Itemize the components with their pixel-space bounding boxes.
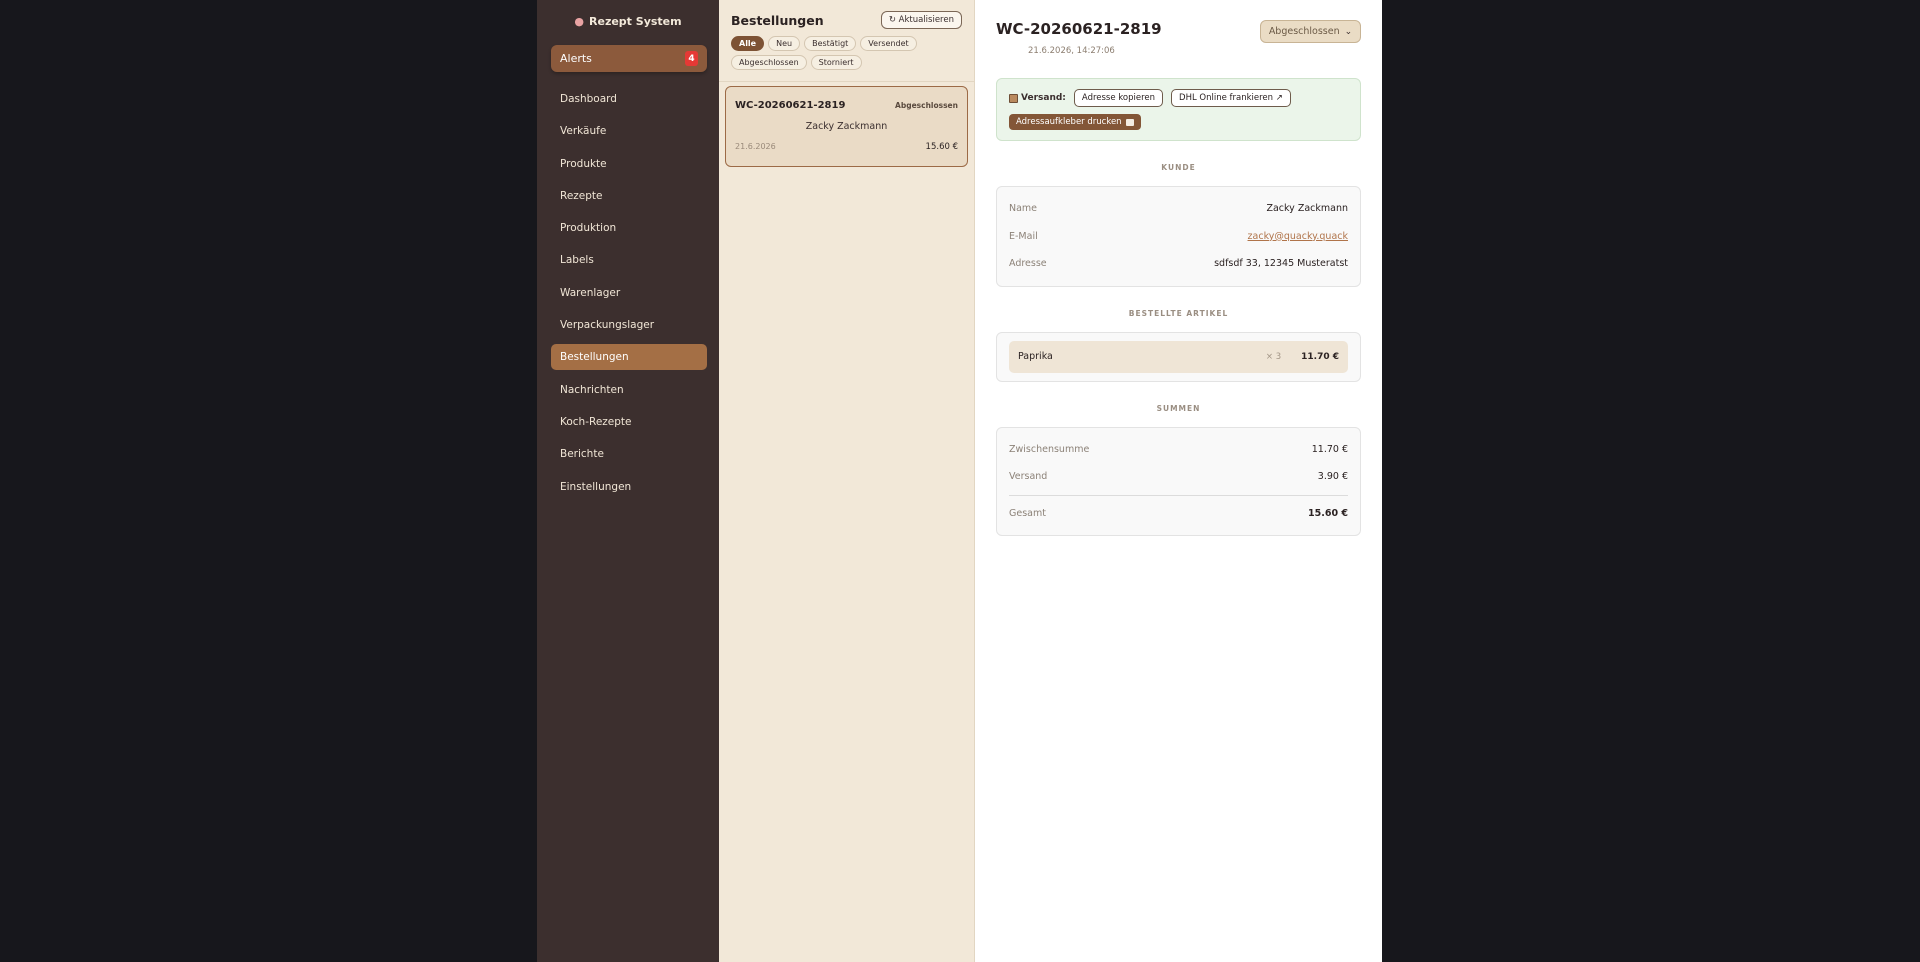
sidebar-item-label: Warenlager [560,286,621,299]
app-window: ● Rezept System Alerts 4 Dashboard Verkä… [537,0,1382,962]
sidebar-item-label: Verkäufe [560,125,607,138]
sidebar-item-label: Verpackungslager [560,319,655,332]
status-select-value: Abgeschlossen [1268,26,1340,37]
total-row: Gesamt 15.60 € [1009,500,1348,528]
printer-icon [1125,118,1134,126]
filter-chip-bestaetigt[interactable]: Bestätigt [804,36,857,51]
sidebar-item-label: Bestellungen [560,351,629,364]
sidebar-nav: Dashboard Verkäufe Produkte Rezepte Prod… [537,86,719,500]
orders-title: Bestellungen [731,12,824,28]
sidebar-item-einstellungen[interactable]: Einstellungen [551,474,707,500]
customer-name-row: Name Zacky Zackmann [1009,195,1348,223]
sidebar-item-nachrichten[interactable]: Nachrichten [551,377,707,403]
order-list-item[interactable]: WC-20260621-2819 Abgeschlossen Zacky Zac… [725,86,968,167]
brain-icon: ● [574,14,585,28]
sidebar-item-label: Einstellungen [560,480,632,493]
sidebar-item-label: Labels [560,254,594,267]
customer-address-label: Adresse [1009,258,1047,270]
items-card: Paprika × 3 11.70 € [996,331,1361,382]
shipping-cost-value: 3.90 € [1317,471,1348,483]
alerts-button[interactable]: Alerts 4 [551,45,707,72]
print-label-button[interactable]: Adressaufkleber drucken [1009,114,1141,130]
shipping-box: Versand: Adresse kopieren DHL Online fra… [996,78,1361,141]
divider [1009,494,1348,496]
sidebar-item-bestellungen[interactable]: Bestellungen [551,344,707,371]
items-heading: BESTELLTE ARTIKEL [1128,308,1229,318]
brand-title: Rezept System [589,14,682,28]
shipping-label-text: Versand: [1021,93,1066,103]
item-quantity: × 3 [1265,351,1282,362]
order-id: WC-20260621-2819 [735,100,846,111]
sums-heading: SUMMEN [1156,403,1201,413]
order-datetime: 21.6.2026, 14:27:06 [1028,46,1115,56]
sidebar-item-verpackungslager[interactable]: Verpackungslager [551,312,707,338]
customer-card: Name Zacky Zackmann E-Mail zacky@quacky.… [996,186,1361,287]
filter-chip-versendet[interactable]: Versendet [860,36,917,51]
subtotal-label: Zwischensumme [1009,443,1090,455]
customer-email-link[interactable]: zacky@quacky.quack [1248,231,1348,242]
sidebar-item-dashboard[interactable]: Dashboard [551,86,707,112]
sidebar-item-label: Koch-Rezepte [560,415,632,428]
sidebar-item-produktion[interactable]: Produktion [551,215,707,241]
shipping-label: Versand: [1009,93,1066,103]
order-detail-title: WC-20260621-2819 [996,20,1162,38]
filter-chip-neu[interactable]: Neu [768,36,801,51]
shipping-cost-row: Versand 3.90 € [1009,463,1348,491]
sums-card: Zwischensumme 11.70 € Versand 3.90 € Ges… [996,426,1361,536]
brand: ● Rezept System [537,0,719,42]
sidebar-item-label: Produkte [560,157,607,170]
sidebar-item-verkaeufe[interactable]: Verkäufe [551,118,707,144]
customer-name-label: Name [1009,203,1038,215]
subtotal-row: Zwischensumme 11.70 € [1009,436,1348,464]
sidebar-item-label: Berichte [560,448,604,461]
filter-chip-alle[interactable]: Alle [731,36,765,51]
sidebar-item-rezepte[interactable]: Rezepte [551,183,707,209]
alerts-label: Alerts [560,52,592,65]
customer-email-label: E-Mail [1009,230,1038,242]
sidebar: ● Rezept System Alerts 4 Dashboard Verkä… [537,0,719,962]
customer-heading: KUNDE [1161,163,1196,172]
chevron-down-icon: ⌄ [1344,26,1353,37]
customer-address-value: sdfsdf 33, 12345 Musteratst [1214,258,1348,270]
filter-chip-storniert[interactable]: Storniert [810,55,862,70]
alerts-count-badge: 4 [685,51,698,66]
total-label: Gesamt [1009,507,1046,519]
status-filters: Alle Neu Bestätigt Versendet Abgeschloss… [731,36,921,70]
sidebar-item-label: Produktion [560,222,617,235]
filter-chip-abgeschlossen[interactable]: Abgeschlossen [731,55,807,70]
total-value: 15.60 € [1308,507,1348,519]
package-icon [1009,93,1018,103]
sidebar-item-label: Rezepte [560,189,603,202]
order-detail-panel: WC-20260621-2819 Abgeschlossen ⌄ 21.6.20… [975,0,1382,962]
sidebar-item-koch-rezepte[interactable]: Koch-Rezepte [551,409,707,435]
sidebar-item-label: Dashboard [560,93,617,105]
item-price: 11.70 € [1301,351,1339,362]
dhl-frankieren-button[interactable]: DHL Online frankieren ↗ [1171,89,1291,107]
shipping-cost-label: Versand [1009,471,1048,483]
order-customer: Zacky Zackmann [805,121,888,132]
print-label-text: Adressaufkleber drucken [1016,117,1122,127]
orders-list-header: Bestellungen ↻ Aktualisieren Alle Neu Be… [719,0,974,82]
customer-name-value: Zacky Zackmann [1266,203,1348,215]
copy-address-button[interactable]: Adresse kopieren [1073,89,1164,107]
refresh-button[interactable]: ↻ Aktualisieren [880,11,962,29]
sidebar-item-berichte[interactable]: Berichte [551,441,707,467]
order-date: 21.6.2026 [735,142,776,151]
item-name: Paprika [1018,351,1053,362]
customer-email-row: E-Mail zacky@quacky.quack [1009,223,1348,251]
order-status-badge: Abgeschlossen [895,101,958,110]
order-total: 15.60 € [925,142,958,152]
sidebar-item-label: Nachrichten [560,383,624,396]
sidebar-item-warenlager[interactable]: Warenlager [551,280,707,306]
list-item: Paprika × 3 11.70 € [1009,340,1348,373]
orders-list-panel: Bestellungen ↻ Aktualisieren Alle Neu Be… [719,0,975,962]
subtotal-value: 11.70 € [1311,443,1348,455]
customer-address-row: Adresse sdfsdf 33, 12345 Musteratst [1009,250,1348,278]
status-select[interactable]: Abgeschlossen ⌄ [1260,20,1361,43]
sidebar-item-labels[interactable]: Labels [551,247,707,273]
sidebar-item-produkte[interactable]: Produkte [551,151,707,177]
